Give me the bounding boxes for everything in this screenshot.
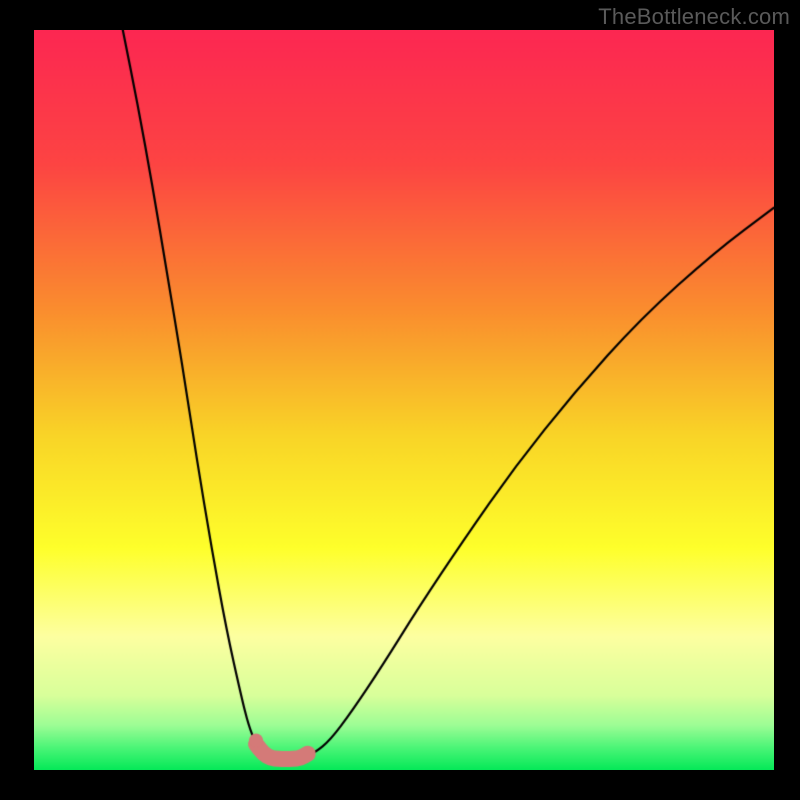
watermark-text: TheBottleneck.com (598, 4, 790, 30)
plot-area (34, 30, 774, 770)
chart-canvas (34, 30, 774, 770)
chart-container: TheBottleneck.com (0, 0, 800, 800)
